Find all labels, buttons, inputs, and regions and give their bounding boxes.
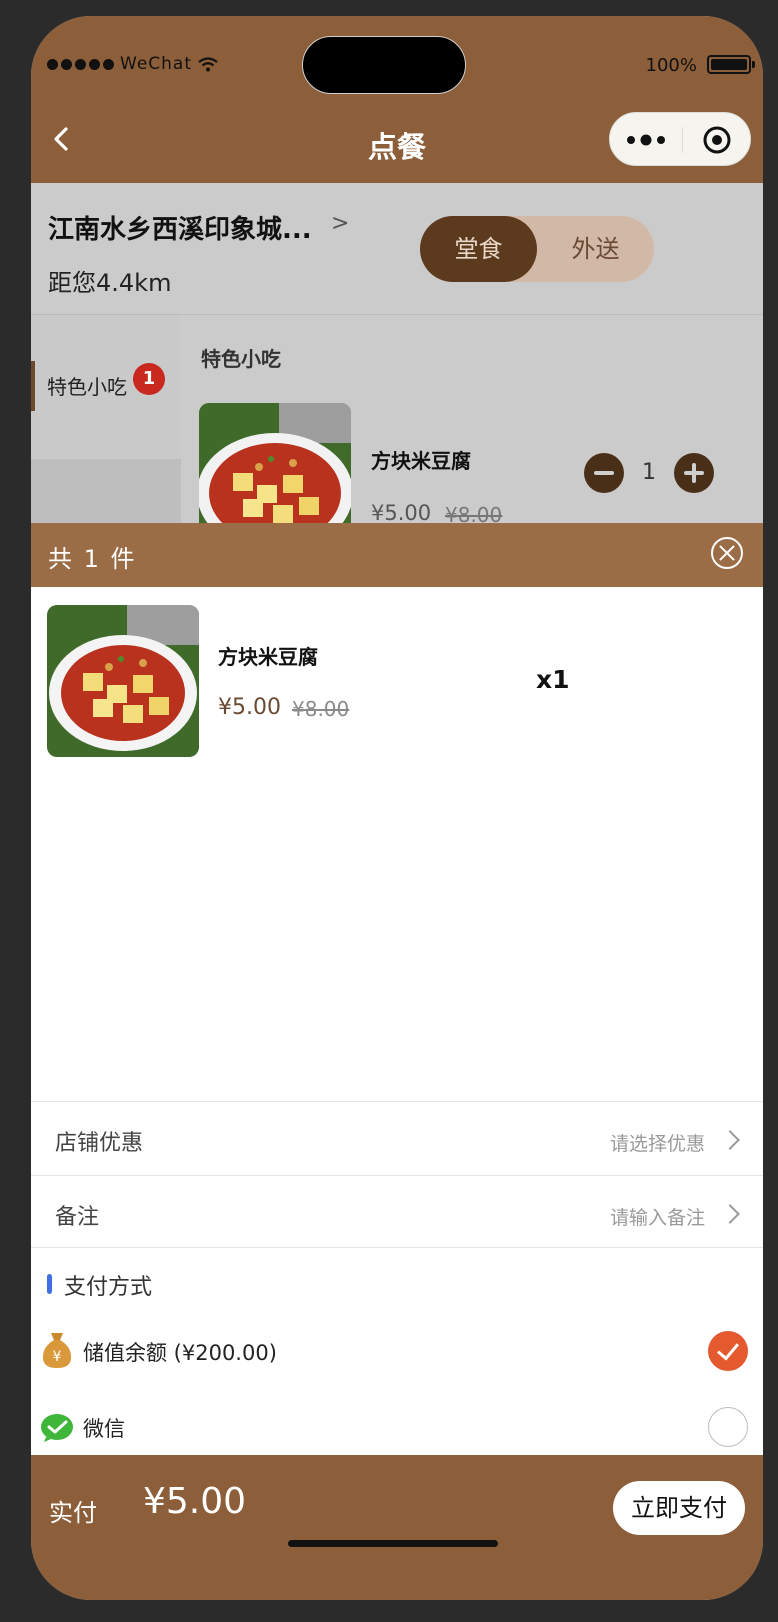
- discount-hint: 请选择优惠: [609, 1133, 705, 1155]
- total-amount: ¥5.00: [143, 1481, 247, 1522]
- app-header: WeChat 100% 点餐: [31, 16, 763, 183]
- close-cart-icon[interactable]: [711, 537, 743, 569]
- chevron-right-icon: [720, 1130, 740, 1150]
- quantity-stepper: 1: [584, 453, 714, 495]
- radio-unchecked-icon[interactable]: [708, 1407, 748, 1447]
- battery-percent: 100%: [645, 55, 697, 76]
- discount-label: 店铺优惠: [55, 1131, 144, 1156]
- wifi-icon: [198, 56, 218, 71]
- phone-screen: WeChat 100% 点餐 江南水乡西溪印象城... > 距您4.4km 堂食…: [31, 16, 763, 1600]
- menu-background: 江南水乡西溪印象城... > 距您4.4km 堂食 外送 特色小吃 1 特色小吃: [31, 183, 763, 555]
- money-bag-icon: ¥: [42, 1333, 72, 1368]
- cart-item-price: ¥5.00: [218, 695, 281, 720]
- cart-count: 共 1 件: [48, 545, 137, 573]
- menu-item-name: 方块米豆腐: [371, 449, 471, 473]
- payment-label-wechat: 微信: [83, 1417, 125, 1441]
- cart-item-quantity: x1: [536, 665, 570, 694]
- category-badge: 1: [133, 363, 165, 395]
- cart-header: 共 1 件: [31, 523, 763, 587]
- carrier-name: WeChat: [120, 54, 192, 74]
- tofu-dish-image: [47, 605, 199, 757]
- signal-indicator: WeChat: [47, 54, 218, 74]
- store-distance: 距您4.4km: [48, 269, 172, 297]
- sidebar-empty-area: [31, 459, 181, 523]
- wechat-pay-icon: [41, 1414, 73, 1442]
- remark-label: 备注: [55, 1205, 100, 1230]
- remark-hint: 请输入备注: [609, 1207, 705, 1229]
- divider: [31, 1175, 763, 1176]
- radio-checked-icon[interactable]: [708, 1331, 748, 1371]
- payment-title: 支付方式: [64, 1275, 153, 1300]
- cart-item-name: 方块米豆腐: [218, 645, 318, 669]
- increase-quantity-button[interactable]: [674, 453, 714, 493]
- category-sidebar: 特色小吃 1: [31, 315, 181, 523]
- order-mode-toggle: 堂食 外送: [420, 216, 654, 282]
- sidebar-item-snacks[interactable]: 特色小吃 1: [31, 361, 181, 411]
- mode-delivery-button[interactable]: 外送: [537, 216, 654, 282]
- chevron-right-icon: [720, 1204, 740, 1224]
- signal-dots-icon: [47, 58, 114, 70]
- mode-dine-in-button[interactable]: 堂食: [420, 216, 537, 282]
- battery-icon: [707, 55, 755, 74]
- section-marker: [47, 1274, 52, 1294]
- close-miniprogram-icon[interactable]: [702, 125, 732, 155]
- svg-text:¥: ¥: [53, 1349, 62, 1365]
- cart-item-original-price: ¥8.00: [292, 697, 350, 721]
- more-dots-icon[interactable]: [626, 129, 666, 151]
- menu-item-price: ¥5.00: [371, 501, 432, 525]
- capsule-separator: [682, 127, 683, 153]
- payment-label-balance: 储值余额 (¥200.00): [83, 1341, 277, 1365]
- cart-item-image: [47, 605, 199, 757]
- miniprogram-capsule: [609, 112, 751, 166]
- section-title: 特色小吃: [201, 347, 281, 371]
- cart-panel: 方块米豆腐 ¥5.00 ¥8.00 x1 店铺优惠 请选择优惠 备注 请输入备注…: [31, 587, 763, 1455]
- category-label: 特色小吃: [47, 375, 127, 399]
- checkout-bar: 实付 ¥5.00 立即支付: [31, 1455, 763, 1600]
- dynamic-island: [302, 36, 466, 94]
- home-indicator: [288, 1540, 498, 1547]
- divider: [31, 1101, 763, 1102]
- store-name[interactable]: 江南水乡西溪印象城...: [48, 209, 312, 246]
- store-arrow[interactable]: >: [331, 211, 349, 236]
- pay-now-button[interactable]: 立即支付: [613, 1481, 745, 1535]
- total-label: 实付: [49, 1499, 97, 1527]
- divider: [31, 1247, 763, 1248]
